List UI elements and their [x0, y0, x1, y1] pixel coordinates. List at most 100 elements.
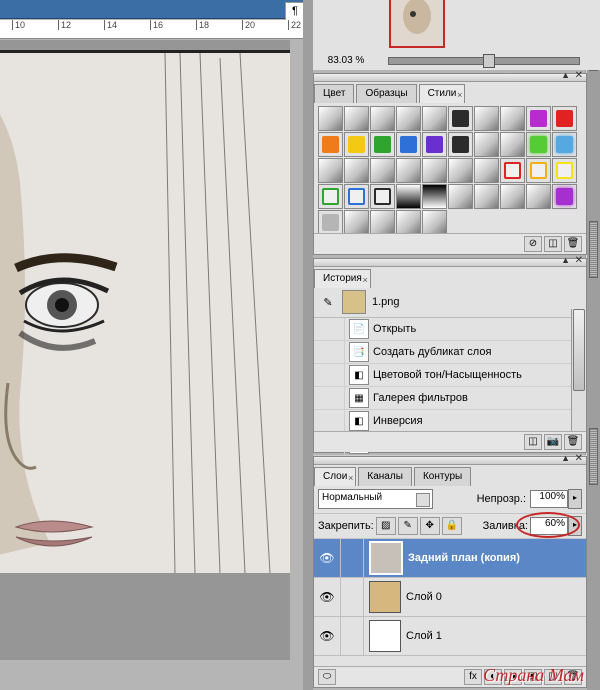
layer-name[interactable]: Задний план (копия): [408, 552, 520, 564]
canvas[interactable]: [0, 40, 290, 660]
layer-name[interactable]: Слой 0: [406, 591, 442, 603]
style-swatch[interactable]: [526, 158, 551, 183]
layer-thumb[interactable]: [369, 541, 403, 575]
style-swatch[interactable]: [552, 106, 577, 131]
panel-close-icon[interactable]: ✕: [575, 70, 583, 81]
style-swatch[interactable]: [474, 106, 499, 131]
style-swatch[interactable]: [422, 210, 447, 235]
style-swatch[interactable]: [370, 106, 395, 131]
layer-link-column[interactable]: [341, 539, 364, 577]
tab-close-icon[interactable]: ×: [363, 271, 368, 289]
layer-thumb[interactable]: [369, 620, 401, 652]
style-swatch[interactable]: [526, 106, 551, 131]
lock-pixels-icon[interactable]: ✎: [398, 517, 418, 535]
style-swatch[interactable]: [370, 158, 395, 183]
trash-icon[interactable]: 🗑: [564, 236, 582, 252]
style-swatch[interactable]: [552, 158, 577, 183]
history-item[interactable]: ◧Инверсия: [314, 410, 586, 433]
panel-close-icon[interactable]: ✕: [575, 453, 583, 464]
history-item[interactable]: 📑Создать дубликат слоя: [314, 341, 586, 364]
tab-close-icon[interactable]: ×: [348, 469, 353, 487]
tab-paths[interactable]: Контуры: [414, 467, 471, 486]
style-swatch[interactable]: [344, 158, 369, 183]
tab-color[interactable]: Цвет: [314, 84, 354, 103]
style-swatch[interactable]: [318, 210, 343, 235]
navigator-thumb[interactable]: [389, 0, 445, 48]
panel-grip-icon[interactable]: [589, 221, 598, 278]
paragraph-button[interactable]: ¶: [285, 2, 305, 22]
history-scrollbar[interactable]: [571, 309, 586, 432]
new-document-icon[interactable]: ◫: [524, 434, 542, 450]
lock-transparency-icon[interactable]: ▨: [376, 517, 396, 535]
visibility-toggle-icon[interactable]: 👁: [314, 617, 341, 655]
style-swatch[interactable]: [422, 132, 447, 157]
layer-row[interactable]: 👁 Слой 0: [314, 578, 586, 617]
style-swatch[interactable]: [344, 132, 369, 157]
link-layers-icon[interactable]: ⬭: [318, 669, 336, 685]
lock-all-icon[interactable]: 🔒: [442, 517, 462, 535]
no-style-icon[interactable]: ⊘: [524, 236, 542, 252]
history-item[interactable]: ◧Цветовой тон/Насыщенность: [314, 364, 586, 387]
style-swatch[interactable]: [370, 184, 395, 209]
style-swatch[interactable]: [474, 158, 499, 183]
style-swatch[interactable]: [422, 158, 447, 183]
style-swatch[interactable]: [448, 132, 473, 157]
style-swatch[interactable]: [448, 158, 473, 183]
scrollbar-thumb[interactable]: [573, 309, 585, 391]
style-swatch[interactable]: [370, 210, 395, 235]
style-swatch[interactable]: [448, 184, 473, 209]
style-swatch[interactable]: [318, 132, 343, 157]
blend-mode-select[interactable]: Нормальный: [318, 489, 433, 509]
style-swatch[interactable]: [500, 158, 525, 183]
history-item[interactable]: 📄Открыть: [314, 318, 586, 341]
panel-menu-icon[interactable]: ▲: [561, 255, 570, 265]
layer-row[interactable]: 👁 Задний план (копия): [314, 539, 586, 578]
style-swatch[interactable]: [344, 106, 369, 131]
visibility-toggle-icon[interactable]: 👁: [314, 578, 341, 616]
visibility-toggle-icon[interactable]: 👁: [314, 539, 341, 577]
style-swatch[interactable]: [448, 106, 473, 131]
style-swatch[interactable]: [552, 132, 577, 157]
style-swatch[interactable]: [396, 132, 421, 157]
style-swatch[interactable]: [396, 158, 421, 183]
layer-name[interactable]: Слой 1: [406, 630, 442, 642]
zoom-slider-handle[interactable]: [483, 54, 495, 68]
layer-fx-icon[interactable]: fx: [464, 669, 482, 685]
style-swatch[interactable]: [318, 106, 343, 131]
snapshot-thumb[interactable]: [342, 290, 366, 314]
panel-close-icon[interactable]: ✕: [575, 255, 583, 266]
new-snapshot-icon[interactable]: 📷: [544, 434, 562, 450]
style-swatch[interactable]: [318, 158, 343, 183]
snapshot-brush-icon[interactable]: ✎: [320, 296, 336, 309]
panel-menu-icon[interactable]: ▲: [561, 453, 570, 463]
panel-grip-icon[interactable]: [589, 428, 598, 485]
style-swatch[interactable]: [552, 184, 577, 209]
style-swatch[interactable]: [370, 132, 395, 157]
tab-styles[interactable]: Стили×: [419, 84, 466, 103]
style-swatch[interactable]: [474, 184, 499, 209]
style-swatch[interactable]: [500, 106, 525, 131]
tab-swatches[interactable]: Образцы: [356, 84, 416, 103]
trash-icon[interactable]: 🗑: [564, 434, 582, 450]
tab-history[interactable]: История×: [314, 269, 371, 288]
history-item[interactable]: ▦Галерея фильтров: [314, 387, 586, 410]
style-swatch[interactable]: [396, 210, 421, 235]
layer-link-column[interactable]: [341, 578, 364, 616]
style-swatch[interactable]: [526, 132, 551, 157]
style-swatch[interactable]: [318, 184, 343, 209]
zoom-value[interactable]: 83.03 %: [316, 55, 376, 66]
style-swatch[interactable]: [500, 184, 525, 209]
style-swatch[interactable]: [526, 184, 551, 209]
style-swatch[interactable]: [344, 184, 369, 209]
style-swatch[interactable]: [344, 210, 369, 235]
style-swatch[interactable]: [422, 106, 447, 131]
layer-thumb[interactable]: [369, 581, 401, 613]
style-swatch[interactable]: [396, 106, 421, 131]
style-swatch[interactable]: [474, 132, 499, 157]
lock-position-icon[interactable]: ✥: [420, 517, 440, 535]
tab-channels[interactable]: Каналы: [358, 467, 412, 486]
style-swatch[interactable]: [396, 184, 421, 209]
style-swatch[interactable]: [500, 132, 525, 157]
panel-menu-icon[interactable]: ▲: [561, 70, 570, 80]
tab-close-icon[interactable]: ×: [457, 86, 462, 104]
